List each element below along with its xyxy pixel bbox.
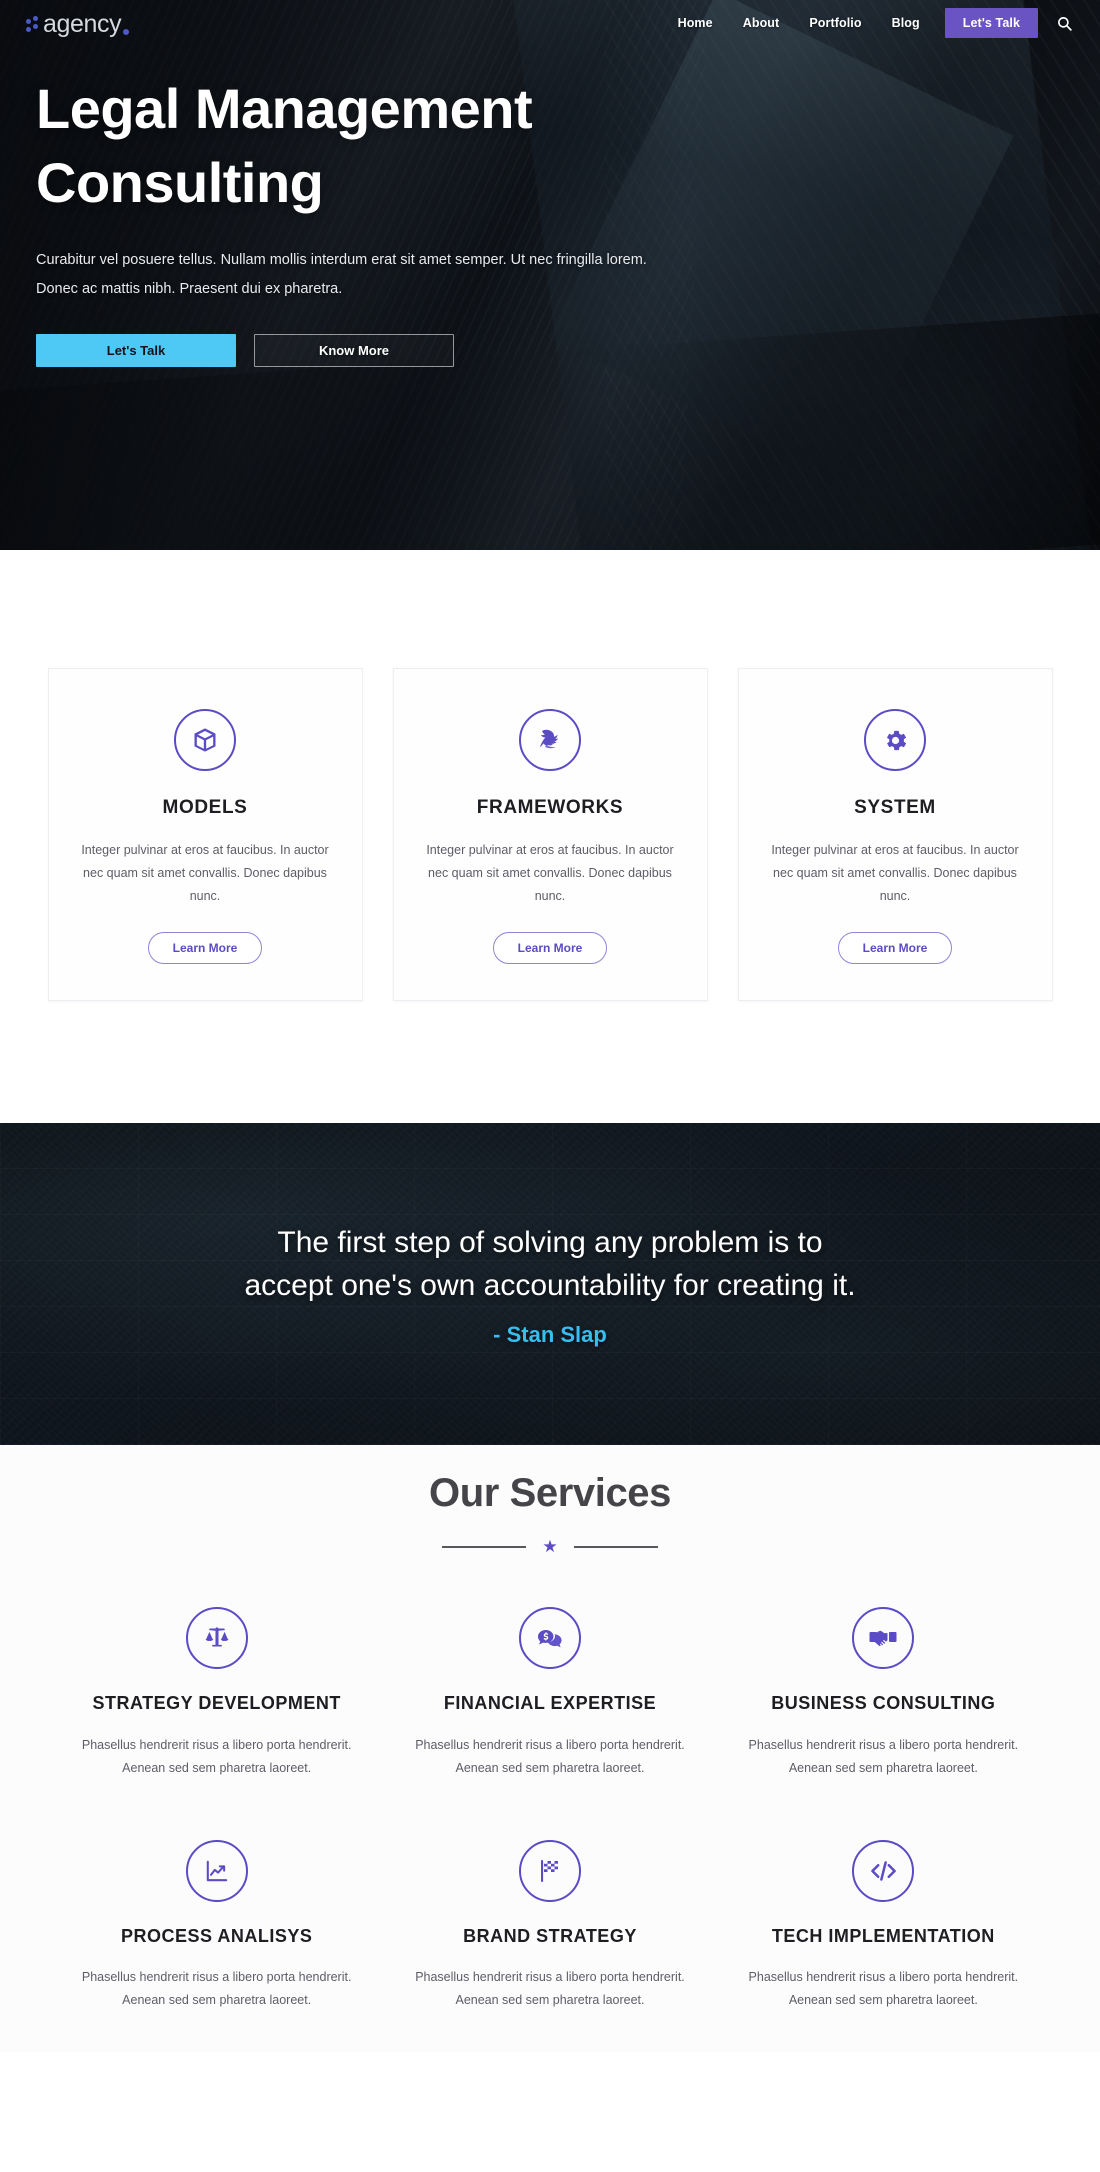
service-title: FINANCIAL EXPERTISE — [443, 1693, 657, 1714]
hero-title: Legal Management Consulting — [36, 77, 533, 214]
divider-line-right — [573, 1545, 658, 1548]
hero-subtitle: Curabitur vel posuere tellus. Nullam mol… — [36, 251, 647, 297]
feature-card-body: Integer pulvinar at eros at faucibus. In… — [81, 843, 329, 904]
services-section: Our Services ★ STRATEGY DEVELOPMENT Phas… — [0, 1445, 1100, 2053]
services-grid: STRATEGY DEVELOPMENT Phasellus hendrerit… — [0, 1607, 1100, 2012]
divider-line-left — [442, 1545, 527, 1548]
search-icon[interactable] — [1054, 13, 1074, 33]
hero-lets-talk-button[interactable]: Let's Talk — [36, 333, 236, 367]
service-title: TECH IMPLEMENTATION — [771, 1925, 995, 1946]
learn-more-button[interactable]: Learn More — [492, 932, 608, 965]
nav-item-about[interactable]: About — [728, 10, 795, 36]
feature-card-title: MODELS — [162, 797, 248, 818]
service-item-process-analisys[interactable]: PROCESS ANALISYS Phasellus hendrerit ris… — [50, 1839, 383, 2013]
quote-section: The first step of solving any problem is… — [0, 1123, 1100, 1446]
service-body: Phasellus hendrerit risus a libero porta… — [415, 1970, 685, 2008]
site-logo[interactable]: agency — [26, 9, 130, 38]
service-body: Phasellus hendrerit risus a libero porta… — [748, 1737, 1019, 1775]
nav-item-portfolio[interactable]: Portfolio — [794, 10, 876, 36]
main-nav: Home About Portfolio Blog Let's Talk — [663, 8, 1078, 38]
nav-item-home[interactable]: Home — [663, 10, 728, 36]
hero-content: Legal Management Consulting Curabitur ve… — [0, 46, 1100, 367]
service-body: Phasellus hendrerit risus a libero porta… — [415, 1737, 685, 1775]
service-body: Phasellus hendrerit risus a libero porta… — [81, 1737, 352, 1775]
feature-card-models[interactable]: MODELS Integer pulvinar at eros at fauci… — [47, 668, 363, 1002]
feature-cards-section: MODELS Integer pulvinar at eros at fauci… — [0, 550, 1100, 1124]
handshake-icon — [852, 1607, 915, 1670]
feature-card-system[interactable]: SYSTEM Integer pulvinar at eros at fauci… — [737, 668, 1053, 1002]
service-item-strategy-development[interactable]: STRATEGY DEVELOPMENT Phasellus hendrerit… — [50, 1607, 383, 1780]
logo-end-dot-icon — [123, 28, 130, 35]
bird-feather-icon — [519, 709, 581, 771]
service-item-business-consulting[interactable]: BUSINESS CONSULTING Phasellus hendrerit … — [717, 1607, 1050, 1780]
service-item-brand-strategy[interactable]: BRAND STRATEGY Phasellus hendrerit risus… — [383, 1839, 716, 2013]
feature-card-body: Integer pulvinar at eros at faucibus. In… — [771, 843, 1019, 904]
services-heading: Our Services — [428, 1471, 672, 1516]
nav-lets-talk-button[interactable]: Let's Talk — [944, 8, 1038, 38]
gear-icon — [864, 709, 926, 771]
dollar-chat-bubble-icon — [518, 1607, 581, 1670]
feature-card-frameworks[interactable]: FRAMEWORKS Integer pulvinar at eros at f… — [392, 668, 708, 1002]
nav-item-blog[interactable]: Blog — [877, 10, 935, 36]
logo-dots-icon — [26, 14, 42, 36]
quote-text: The first step of solving any problem is… — [244, 1225, 856, 1303]
star-icon: ★ — [542, 1537, 558, 1557]
service-body: Phasellus hendrerit risus a libero porta… — [748, 1970, 1019, 2008]
service-title: STRATEGY DEVELOPMENT — [92, 1693, 341, 1714]
service-title: PROCESS ANALISYS — [120, 1925, 313, 1946]
code-brackets-icon — [852, 1839, 915, 1902]
service-body: Phasellus hendrerit risus a libero porta… — [81, 1970, 352, 2008]
service-item-tech-implementation[interactable]: TECH IMPLEMENTATION Phasellus hendrerit … — [717, 1839, 1050, 2013]
line-chart-icon — [185, 1839, 248, 1902]
scales-balance-icon — [185, 1607, 248, 1670]
feature-card-title: FRAMEWORKS — [476, 797, 624, 818]
service-title: BRAND STRATEGY — [463, 1925, 637, 1946]
learn-more-button[interactable]: Learn More — [837, 932, 953, 965]
service-item-financial-expertise[interactable]: FINANCIAL EXPERTISE Phasellus hendrerit … — [383, 1607, 716, 1780]
quote-author: - Stan Slap — [493, 1321, 607, 1347]
cube-box-icon — [174, 709, 236, 771]
feature-card-title: SYSTEM — [854, 797, 936, 818]
feature-card-body: Integer pulvinar at eros at faucibus. In… — [426, 843, 674, 904]
hero-button-group: Let's Talk Know More — [36, 333, 1100, 367]
service-title: BUSINESS CONSULTING — [771, 1693, 996, 1714]
services-divider: ★ — [0, 1538, 1100, 1555]
learn-more-button[interactable]: Learn More — [147, 932, 263, 965]
hero-section: agency Home About Portfolio Blog Let's T… — [0, 0, 1100, 550]
top-navigation-bar: agency Home About Portfolio Blog Let's T… — [0, 0, 1100, 46]
checkered-flag-icon — [518, 1839, 581, 1902]
logo-text: agency — [43, 9, 122, 38]
hero-know-more-button[interactable]: Know More — [254, 333, 454, 367]
